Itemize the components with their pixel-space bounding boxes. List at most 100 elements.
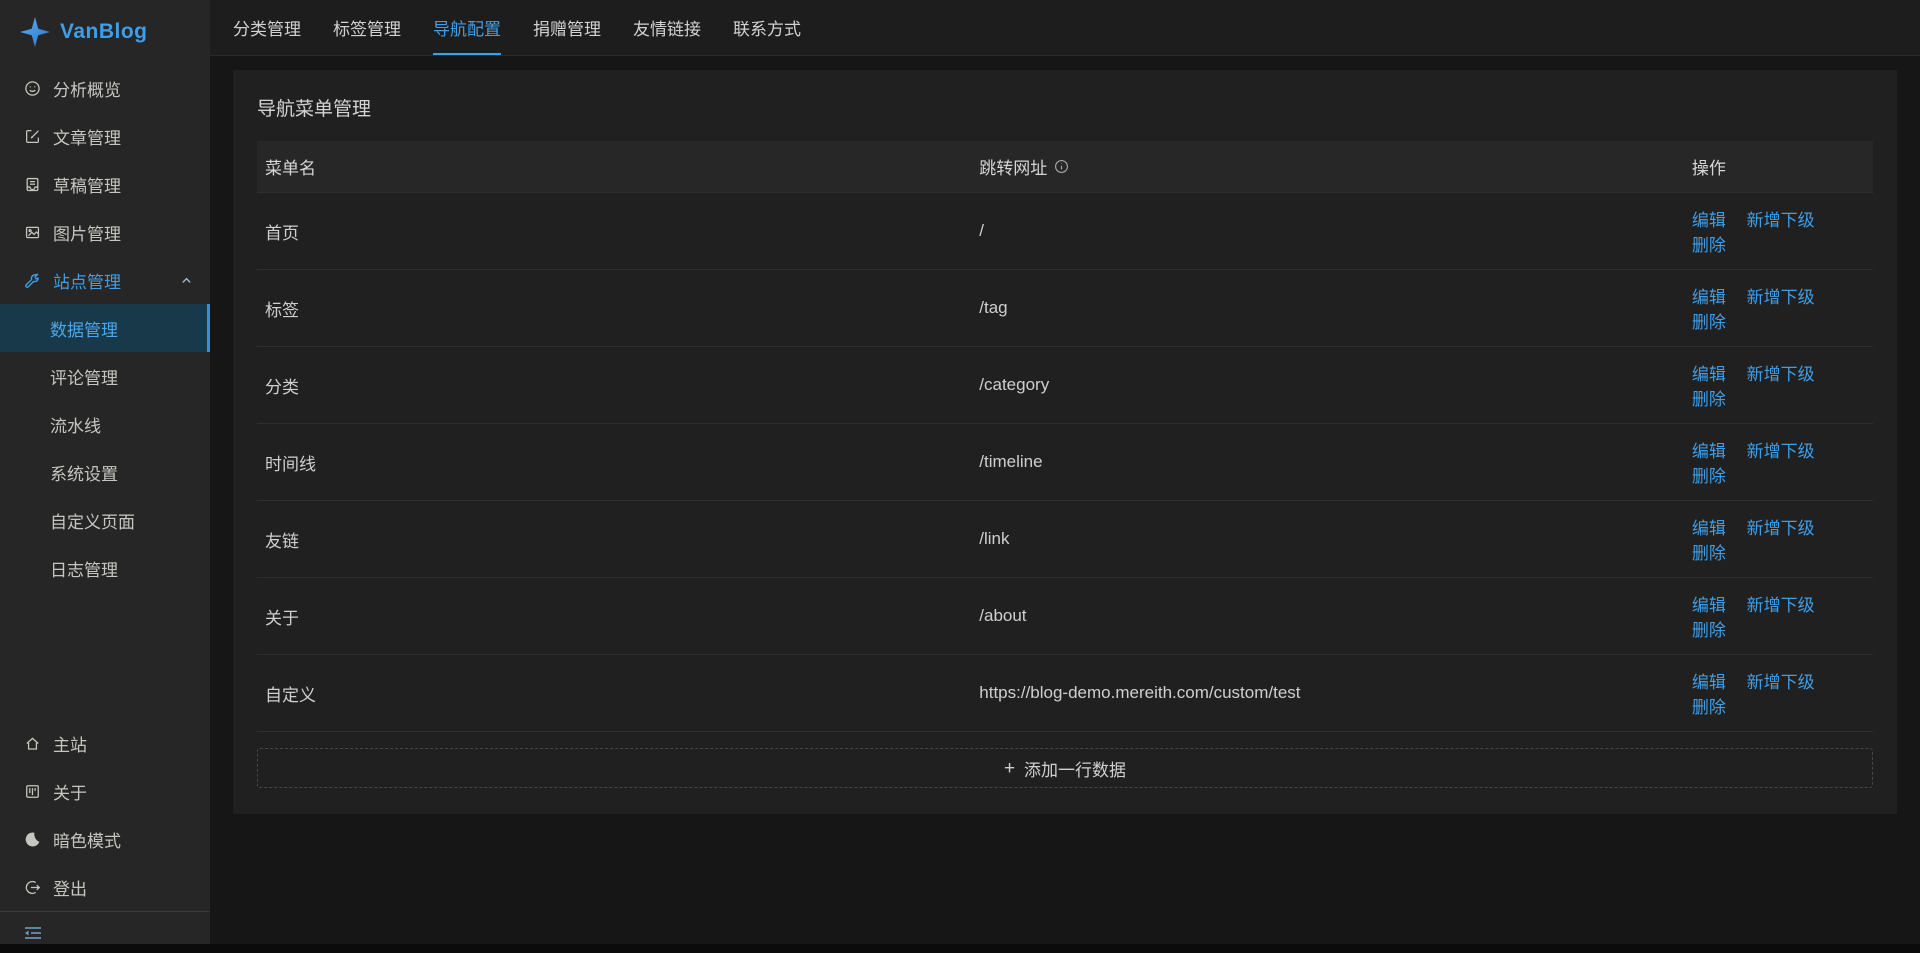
menu-name-cell: 关于 (257, 578, 971, 655)
row-actions-cell: 编辑 新增下级 删除 (1684, 347, 1873, 424)
top-tabbar: 分类管理 标签管理 导航配置 捐赠管理 友情链接 联系方式 (210, 0, 1920, 56)
sidebar-subitem-label: 流水线 (50, 412, 101, 437)
menu-url-cell: /about (971, 578, 1684, 655)
delete-link[interactable]: 删除 (1692, 467, 1726, 486)
tab-label: 联系方式 (733, 15, 801, 40)
sidebar: VanBlog 分析概览 文章管理 (0, 0, 210, 953)
add-row-button[interactable]: + 添加一行数据 (257, 748, 1873, 788)
add-child-link[interactable]: 新增下级 (1747, 673, 1815, 692)
delete-link[interactable]: 删除 (1692, 236, 1726, 255)
column-header-url: 跳转网址 (971, 141, 1684, 193)
menu-url-cell: https://blog-demo.mereith.com/custom/tes… (971, 655, 1684, 732)
sidebar-spacer (0, 592, 210, 719)
window-bottom-strip (0, 944, 1920, 953)
sidebar-subitem-label: 评论管理 (50, 364, 118, 389)
edit-link[interactable]: 编辑 (1692, 442, 1726, 461)
menu-url-cell: /link (971, 501, 1684, 578)
add-row-label: 添加一行数据 (1024, 756, 1126, 781)
sidebar-subitem-data-management[interactable]: 数据管理 (0, 304, 210, 352)
menu-url-cell: /tag (971, 270, 1684, 347)
sidebar-item-label: 图片管理 (53, 220, 121, 245)
column-header-url-label: 跳转网址 (979, 154, 1047, 179)
table-header-row: 菜单名 跳转网址 (257, 141, 1873, 193)
menu-fold-icon (24, 925, 42, 941)
tab-category-management[interactable]: 分类管理 (233, 0, 301, 55)
row-actions-cell: 编辑 新增下级 删除 (1684, 270, 1873, 347)
menu-name-cell: 友链 (257, 501, 971, 578)
table-row: 时间线 /timeline 编辑 新增下级 删除 (257, 424, 1873, 501)
edit-link[interactable]: 编辑 (1692, 596, 1726, 615)
sidebar-item-label: 文章管理 (53, 124, 121, 149)
add-child-link[interactable]: 新增下级 (1747, 442, 1815, 461)
sidebar-subitem-label: 数据管理 (50, 316, 118, 341)
menu-name-cell: 自定义 (257, 655, 971, 732)
sidebar-item-image-management[interactable]: 图片管理 (0, 208, 210, 256)
table-row: 关于 /about 编辑 新增下级 删除 (257, 578, 1873, 655)
sidebar-item-about[interactable]: 关于 (0, 767, 210, 815)
plus-icon: + (1004, 759, 1015, 778)
edit-link[interactable]: 编辑 (1692, 519, 1726, 538)
sidebar-item-label: 主站 (53, 731, 87, 756)
sidebar-item-label: 草稿管理 (53, 172, 121, 197)
sidebar-subitem-label: 日志管理 (50, 556, 118, 581)
sidebar-item-label: 站点管理 (53, 268, 121, 293)
add-child-link[interactable]: 新增下级 (1747, 519, 1815, 538)
row-actions-cell: 编辑 新增下级 删除 (1684, 501, 1873, 578)
menu-name-cell: 分类 (257, 347, 971, 424)
menu-name-cell: 时间线 (257, 424, 971, 501)
smile-icon (24, 80, 41, 97)
sidebar-subitem-system-settings[interactable]: 系统设置 (0, 448, 210, 496)
project-icon (24, 783, 41, 800)
add-child-link[interactable]: 新增下级 (1747, 288, 1815, 307)
tab-donation-management[interactable]: 捐赠管理 (533, 0, 601, 55)
edit-link[interactable]: 编辑 (1692, 365, 1726, 384)
table-row: 标签 /tag 编辑 新增下级 删除 (257, 270, 1873, 347)
delete-link[interactable]: 删除 (1692, 698, 1726, 717)
sidebar-subitem-log-management[interactable]: 日志管理 (0, 544, 210, 592)
edit-link[interactable]: 编辑 (1692, 673, 1726, 692)
app-logo[interactable]: VanBlog (0, 0, 210, 64)
table-row: 友链 /link 编辑 新增下级 删除 (257, 501, 1873, 578)
picture-icon (24, 224, 41, 241)
chevron-up-icon (181, 275, 192, 286)
delete-link[interactable]: 删除 (1692, 313, 1726, 332)
add-child-link[interactable]: 新增下级 (1747, 596, 1815, 615)
sidebar-item-article-management[interactable]: 文章管理 (0, 112, 210, 160)
sidebar-subitem-label: 自定义页面 (50, 508, 135, 533)
tab-friend-links[interactable]: 友情链接 (633, 0, 701, 55)
menu-name-cell: 首页 (257, 193, 971, 270)
table-row: 自定义 https://blog-demo.mereith.com/custom… (257, 655, 1873, 732)
sidebar-item-site-management[interactable]: 站点管理 (0, 256, 210, 304)
edit-link[interactable]: 编辑 (1692, 288, 1726, 307)
menu-url-cell: /category (971, 347, 1684, 424)
card-title: 导航菜单管理 (257, 94, 1873, 121)
logout-icon (24, 879, 41, 896)
delete-link[interactable]: 删除 (1692, 621, 1726, 640)
sidebar-subitem-comment-management[interactable]: 评论管理 (0, 352, 210, 400)
delete-link[interactable]: 删除 (1692, 390, 1726, 409)
edit-link[interactable]: 编辑 (1692, 211, 1726, 230)
tab-contact[interactable]: 联系方式 (733, 0, 801, 55)
sidebar-item-draft-management[interactable]: 草稿管理 (0, 160, 210, 208)
sidebar-item-dark-mode[interactable]: 暗色模式 (0, 815, 210, 863)
sidebar-subitem-pipeline[interactable]: 流水线 (0, 400, 210, 448)
sidebar-item-logout[interactable]: 登出 (0, 863, 210, 911)
sidebar-item-analytics-overview[interactable]: 分析概览 (0, 64, 210, 112)
sidebar-item-label: 分析概览 (53, 76, 121, 101)
delete-link[interactable]: 删除 (1692, 544, 1726, 563)
tab-label: 导航配置 (433, 15, 501, 40)
add-child-link[interactable]: 新增下级 (1747, 365, 1815, 384)
tab-label: 捐赠管理 (533, 15, 601, 40)
tab-tag-management[interactable]: 标签管理 (333, 0, 401, 55)
row-actions-cell: 编辑 新增下级 删除 (1684, 424, 1873, 501)
main-area: 分类管理 标签管理 导航配置 捐赠管理 友情链接 联系方式 导航菜单管理 菜单名 (210, 0, 1920, 953)
sidebar-item-main-site[interactable]: 主站 (0, 719, 210, 767)
sidebar-item-label: 关于 (53, 779, 87, 804)
table-row: 首页 / 编辑 新增下级 删除 (257, 193, 1873, 270)
info-circle-icon[interactable] (1054, 159, 1069, 174)
add-child-link[interactable]: 新增下级 (1747, 211, 1815, 230)
sidebar-subitem-custom-pages[interactable]: 自定义页面 (0, 496, 210, 544)
star-logo-icon (20, 17, 50, 47)
app-title: VanBlog (60, 20, 148, 44)
tab-nav-config[interactable]: 导航配置 (433, 0, 501, 55)
